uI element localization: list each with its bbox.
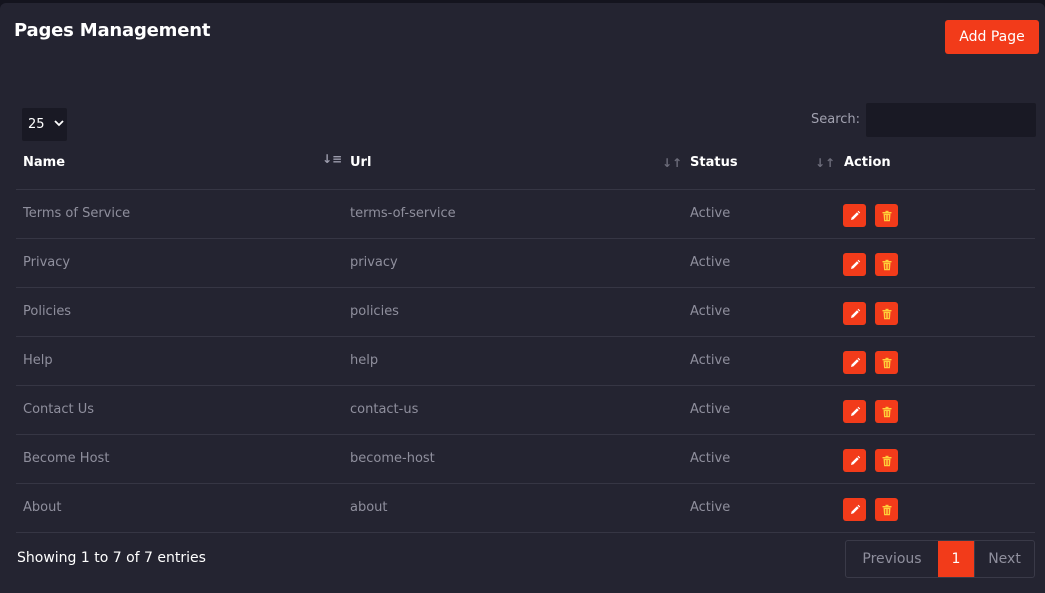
table-row: Privacy privacy Active	[16, 238, 1035, 287]
edit-button[interactable]	[843, 204, 866, 227]
table-bottom-border	[16, 532, 1035, 533]
trash-icon	[881, 504, 893, 516]
table-row: Contact Us contact-us Active	[16, 385, 1035, 434]
delete-button[interactable]	[875, 351, 898, 374]
delete-button[interactable]	[875, 253, 898, 276]
pencil-icon	[849, 455, 861, 467]
page-url-cell: about	[350, 500, 388, 515]
sort-icon[interactable]: ↓↑	[662, 156, 682, 170]
table-info: Showing 1 to 7 of 7 entries	[17, 550, 206, 566]
page-name-cell: Become Host	[23, 451, 110, 466]
add-page-button[interactable]: Add Page	[945, 20, 1039, 54]
page-name-cell: Help	[23, 353, 53, 368]
sort-desc-icon[interactable]: ↓≡	[322, 152, 342, 166]
page-name-cell: Privacy	[23, 255, 71, 270]
page-status-cell: Active	[690, 304, 731, 319]
column-header-action: Action	[844, 155, 891, 170]
page-status-cell: Active	[690, 500, 731, 515]
pencil-icon	[849, 308, 861, 320]
delete-button[interactable]	[875, 498, 898, 521]
trash-icon	[881, 308, 893, 320]
page-url-cell: become-host	[350, 451, 435, 466]
pencil-icon	[849, 357, 861, 369]
page-status-cell: Active	[690, 206, 731, 221]
column-header-url[interactable]: Url	[350, 155, 371, 170]
edit-button[interactable]	[843, 498, 866, 521]
trash-icon	[881, 357, 893, 369]
pencil-icon	[849, 504, 861, 516]
delete-button[interactable]	[875, 302, 898, 325]
page-1-button[interactable]: 1	[938, 541, 974, 577]
page-title: Pages Management	[14, 20, 211, 41]
edit-button[interactable]	[843, 302, 866, 325]
next-page-button[interactable]: Next	[974, 541, 1034, 577]
search-input[interactable]	[866, 103, 1036, 137]
page-url-cell: contact-us	[350, 402, 419, 417]
delete-button[interactable]	[875, 204, 898, 227]
page-url-cell: help	[350, 353, 379, 368]
column-header-name[interactable]: Name	[23, 155, 65, 170]
edit-button[interactable]	[843, 351, 866, 374]
page-name-cell: Contact Us	[23, 402, 94, 417]
edit-button[interactable]	[843, 449, 866, 472]
page-length-select[interactable]: 25	[22, 108, 67, 141]
page-url-cell: policies	[350, 304, 399, 319]
previous-page-button[interactable]: Previous	[846, 541, 938, 577]
table-row: About about Active	[16, 483, 1035, 532]
search-label: Search:	[811, 112, 861, 127]
table-row: Become Host become-host Active	[16, 434, 1035, 483]
pencil-icon	[849, 259, 861, 271]
edit-button[interactable]	[843, 400, 866, 423]
page-name-cell: Policies	[23, 304, 72, 319]
page-length-value: 25	[28, 117, 45, 132]
page-status-cell: Active	[690, 451, 731, 466]
trash-icon	[881, 455, 893, 467]
page-status-cell: Active	[690, 402, 731, 417]
page-url-cell: terms-of-service	[350, 206, 456, 221]
chevron-down-icon	[53, 119, 64, 130]
delete-button[interactable]	[875, 449, 898, 472]
table-row: Help help Active	[16, 336, 1035, 385]
table-row: Policies policies Active	[16, 287, 1035, 336]
pagination: Previous 1 Next	[845, 540, 1035, 578]
edit-button[interactable]	[843, 253, 866, 276]
table-row: Terms of Service terms-of-service Active	[16, 189, 1035, 238]
trash-icon	[881, 210, 893, 222]
page-status-cell: Active	[690, 353, 731, 368]
column-header-status[interactable]: Status	[690, 155, 738, 170]
pencil-icon	[849, 210, 861, 222]
page-name-cell: Terms of Service	[23, 206, 131, 221]
sort-icon[interactable]: ↓↑	[815, 156, 835, 170]
page-status-cell: Active	[690, 255, 731, 270]
pencil-icon	[849, 406, 861, 418]
page-name-cell: About	[23, 500, 62, 515]
trash-icon	[881, 259, 893, 271]
delete-button[interactable]	[875, 400, 898, 423]
trash-icon	[881, 406, 893, 418]
page-url-cell: privacy	[350, 255, 398, 270]
